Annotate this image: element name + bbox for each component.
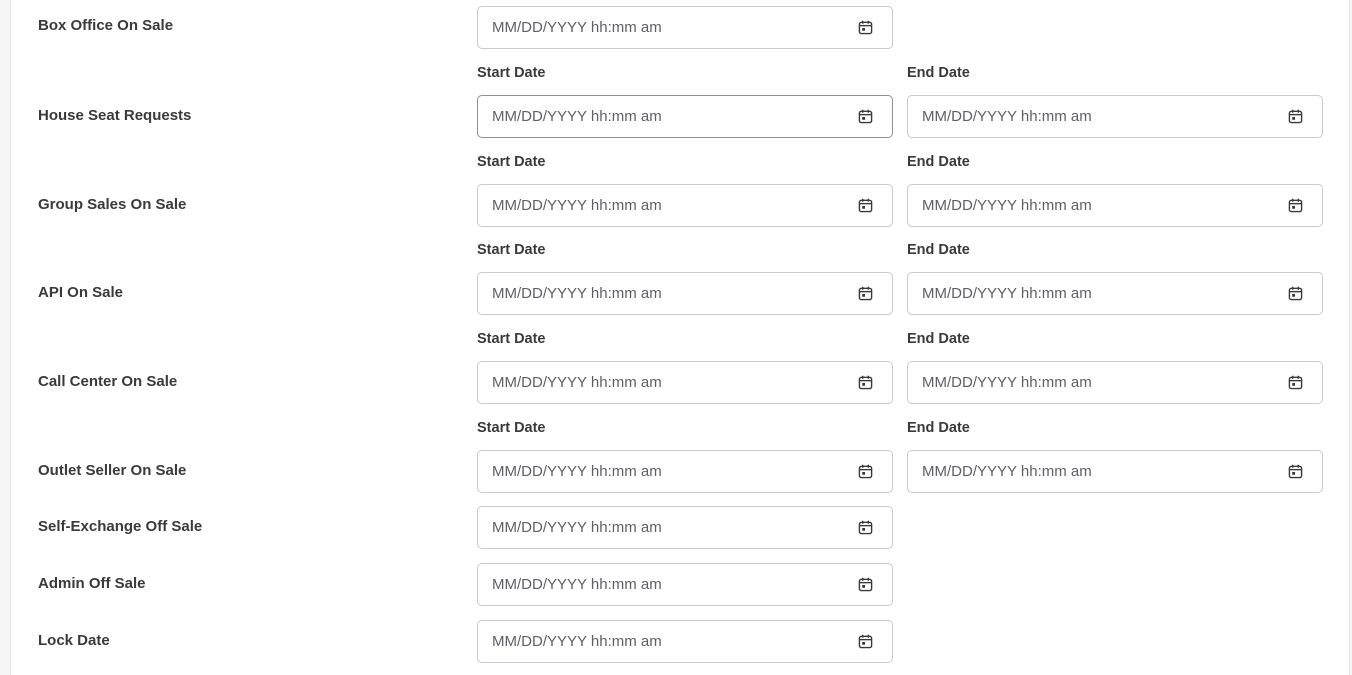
api-on-sale-end-date-field[interactable]: [907, 272, 1323, 315]
end-date-input[interactable]: [922, 185, 1282, 226]
house-seat-requests-end-date-field[interactable]: [907, 95, 1323, 138]
lock-date-field[interactable]: [477, 620, 893, 663]
group-sales-on-sale-start-date-field[interactable]: [477, 184, 893, 227]
calendar-icon[interactable]: [1288, 198, 1303, 213]
end-date-label: End Date: [907, 242, 970, 258]
row-label: House Seat Requests: [38, 107, 192, 124]
calendar-icon[interactable]: [858, 286, 873, 301]
end-date-input[interactable]: [922, 362, 1282, 403]
date-input[interactable]: [492, 7, 852, 48]
calendar-icon[interactable]: [858, 375, 873, 390]
self-exchange-off-sale-date-field[interactable]: [477, 506, 893, 549]
box-office-on-sale-date-field[interactable]: [477, 6, 893, 49]
row-label: Self-Exchange Off Sale: [38, 518, 203, 535]
start-date-input[interactable]: [492, 273, 852, 314]
start-date-label: Start Date: [477, 65, 546, 81]
outlet-seller-on-sale-start-date-field[interactable]: [477, 450, 893, 493]
row-label: Group Sales On Sale: [38, 196, 187, 213]
date-input[interactable]: [492, 564, 852, 605]
call-center-on-sale-start-date-field[interactable]: [477, 361, 893, 404]
calendar-icon[interactable]: [858, 577, 873, 592]
call-center-on-sale-end-date-field[interactable]: [907, 361, 1323, 404]
calendar-icon[interactable]: [858, 109, 873, 124]
outlet-seller-on-sale-end-date-field[interactable]: [907, 450, 1323, 493]
calendar-icon[interactable]: [1288, 375, 1303, 390]
calendar-icon[interactable]: [858, 634, 873, 649]
calendar-icon[interactable]: [1288, 464, 1303, 479]
calendar-icon[interactable]: [858, 520, 873, 535]
calendar-icon[interactable]: [858, 20, 873, 35]
api-on-sale-start-date-field[interactable]: [477, 272, 893, 315]
date-input[interactable]: [492, 621, 852, 662]
end-date-input[interactable]: [922, 273, 1282, 314]
row-label: Admin Off Sale: [38, 575, 146, 592]
start-date-label: Start Date: [477, 242, 546, 258]
row-label: Call Center On Sale: [38, 373, 178, 390]
start-date-input[interactable]: [492, 185, 852, 226]
start-date-label: Start Date: [477, 154, 546, 170]
admin-off-sale-date-field[interactable]: [477, 563, 893, 606]
end-date-input[interactable]: [922, 96, 1282, 137]
end-date-label: End Date: [907, 420, 970, 436]
calendar-icon[interactable]: [1288, 109, 1303, 124]
house-seat-requests-start-date-field[interactable]: [477, 95, 893, 138]
end-date-label: End Date: [907, 65, 970, 81]
calendar-icon[interactable]: [858, 464, 873, 479]
start-date-label: Start Date: [477, 420, 546, 436]
row-label: Outlet Seller On Sale: [38, 462, 187, 479]
start-date-input[interactable]: [492, 362, 852, 403]
end-date-label: End Date: [907, 154, 970, 170]
start-date-input[interactable]: [492, 451, 852, 492]
row-label: Box Office On Sale: [38, 17, 174, 34]
sale-dates-panel: Box Office On Sale Start Date End Date H…: [10, 0, 1350, 675]
row-label: Lock Date: [38, 632, 110, 649]
date-input[interactable]: [492, 507, 852, 548]
start-date-label: Start Date: [477, 331, 546, 347]
end-date-label: End Date: [907, 331, 970, 347]
calendar-icon[interactable]: [1288, 286, 1303, 301]
group-sales-on-sale-end-date-field[interactable]: [907, 184, 1323, 227]
calendar-icon[interactable]: [858, 198, 873, 213]
row-label: API On Sale: [38, 284, 124, 301]
start-date-input[interactable]: [492, 96, 852, 137]
end-date-input[interactable]: [922, 451, 1282, 492]
